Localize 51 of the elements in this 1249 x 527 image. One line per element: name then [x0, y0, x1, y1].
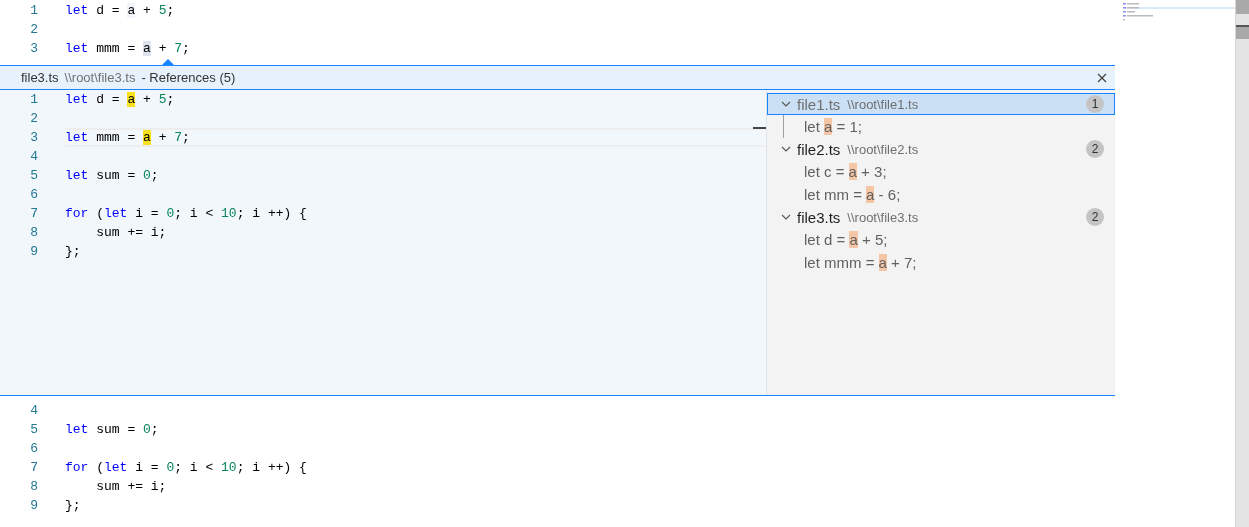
code-line: sum += i; [95, 478, 168, 496]
file-name: file1.ts [797, 95, 841, 113]
line-number: 7 [29, 459, 38, 477]
line-number: 4 [29, 148, 38, 166]
code-line: let sum = 0; [65, 421, 160, 439]
reference-file-row[interactable]: file2.ts \\root\file2.ts 2 [767, 138, 1115, 160]
line-number: 6 [29, 186, 38, 204]
code-line: let mmm = a + 7; [65, 128, 766, 147]
code-line: for (let i = 0; i < 10; i ++) { [65, 205, 308, 223]
code-line: let d = a + 5; [65, 2, 176, 20]
line-number: 2 [29, 110, 38, 128]
peek-file-path: \\root\file3.ts [64, 70, 136, 85]
line-number: 8 [29, 224, 38, 242]
line-number: 8 [29, 478, 38, 496]
code-line: let mmm = a + 7; [65, 40, 191, 58]
reference-file-row[interactable]: file1.ts \\root\file1.ts 1 [767, 93, 1115, 115]
line-number: 9 [29, 497, 38, 515]
code-line: let sum = 0; [65, 167, 160, 185]
line-number: 5 [29, 167, 38, 185]
file-name: file2.ts [797, 140, 841, 158]
close-icon[interactable] [1097, 72, 1107, 83]
peek-title: - References (5) [141, 70, 236, 85]
scrollbar[interactable] [1235, 0, 1249, 527]
line-number: 1 [29, 91, 38, 109]
reference-line[interactable]: let c = a + 3; [767, 160, 1115, 183]
code-line: sum += i; [95, 224, 168, 242]
count-badge: 2 [1086, 208, 1104, 226]
count-badge: 2 [1086, 140, 1104, 158]
line-number: 3 [29, 129, 38, 147]
reference-line[interactable]: let d = a + 5; [767, 228, 1115, 251]
line-number: 4 [29, 402, 38, 420]
file-path: \\root\file3.ts [847, 209, 919, 225]
file-path: \\root\file2.ts [847, 141, 919, 157]
reference-file-row[interactable]: file3.ts \\root\file3.ts 2 [767, 206, 1115, 228]
reference-line[interactable]: let mmm = a + 7; [767, 251, 1115, 274]
code-line: for (let i = 0; i < 10; i ++) { [65, 459, 308, 477]
reference-line[interactable]: let mm = a - 6; [767, 183, 1115, 206]
peek-file-name: file3.ts [21, 70, 59, 85]
line-number: 7 [29, 205, 38, 223]
line-number: 9 [29, 243, 38, 261]
line-number: 2 [29, 21, 38, 39]
count-badge: 1 [1086, 95, 1104, 113]
file-path: \\root\file1.ts [847, 96, 919, 112]
file-name: file3.ts [797, 208, 841, 226]
code-line: let d = a + 5; [65, 91, 176, 109]
code-line: }; [65, 243, 82, 261]
code-line: }; [65, 497, 82, 515]
line-number: 6 [29, 440, 38, 458]
line-number: 1 [29, 2, 38, 20]
line-number: 5 [29, 421, 38, 439]
line-number: 3 [29, 40, 38, 58]
